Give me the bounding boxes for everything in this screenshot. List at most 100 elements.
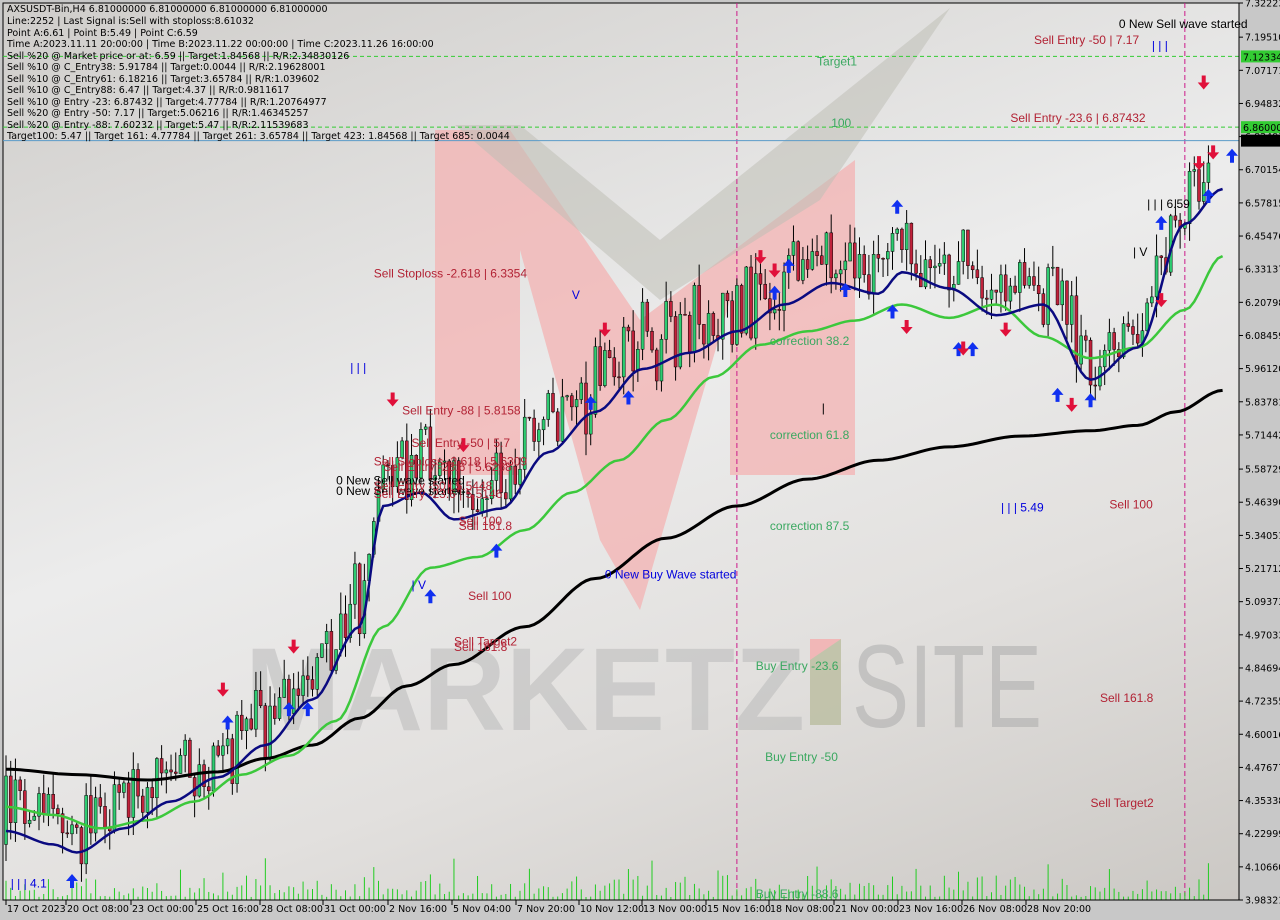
- sell-arrow-icon: [1065, 397, 1078, 412]
- bear-candle: [296, 688, 301, 696]
- bull-candle: [84, 795, 88, 865]
- bear-candle: [876, 254, 881, 259]
- bear-candle: [249, 718, 253, 730]
- y-tick-label: 6.57815: [1245, 198, 1280, 209]
- bear-candle: [1041, 293, 1046, 325]
- bull-candle: [70, 824, 74, 835]
- y-tick-label: 5.96120: [1245, 364, 1280, 375]
- bull-candle: [1027, 276, 1031, 286]
- sell-arrow-icon: [768, 263, 781, 278]
- bull-candle: [178, 755, 183, 774]
- bull-candle: [291, 688, 296, 714]
- x-tick-label: 7 Nov 20:00: [517, 904, 575, 915]
- info-line: Sell %20 @ Market price or at: 6.59 || T…: [7, 50, 350, 62]
- bear-candle: [1131, 326, 1135, 335]
- bull-candle: [131, 769, 136, 818]
- y-tick-label: 4.10660: [1245, 862, 1280, 873]
- buy-arrow-icon: [1226, 148, 1238, 163]
- bear-candle: [725, 292, 730, 302]
- bull-candle: [282, 678, 286, 698]
- chart-annotation: correction 87.5: [770, 519, 850, 533]
- bear-candle: [1112, 332, 1116, 350]
- bear-candle: [1173, 215, 1178, 221]
- bear-candle: [631, 330, 635, 372]
- bull-candle: [1069, 295, 1074, 325]
- bear-candle: [617, 376, 621, 379]
- bear-candle: [1022, 262, 1027, 286]
- chart-annotation: Sell 161.8: [454, 640, 508, 654]
- buy-arrow-icon: [221, 715, 234, 730]
- bull-candle: [574, 399, 579, 408]
- chart-annotation: | | | 5.49: [1001, 500, 1044, 514]
- x-tick-label: 18 Nov 08:00: [770, 904, 834, 915]
- y-tick-label: 6.70154: [1245, 165, 1280, 176]
- chart-annotation: |: [822, 401, 825, 415]
- y-tick-label: 4.47677: [1245, 763, 1280, 774]
- bear-candle: [310, 679, 315, 690]
- chart-annotation: 100: [831, 116, 851, 130]
- bull-candle: [423, 426, 428, 430]
- bear-candle: [117, 784, 121, 793]
- y-tick-label: 4.35338: [1245, 796, 1280, 807]
- y-tick-label: 3.98321: [1245, 896, 1280, 907]
- bear-candle: [103, 806, 107, 828]
- volume-bars: [5, 858, 1209, 900]
- buy-arrow-icon: [1051, 387, 1064, 402]
- y-tick-label: 5.34051: [1245, 531, 1280, 542]
- y-tick-label: 6.20798: [1245, 298, 1280, 309]
- price-tag-label: 6.86000: [1243, 123, 1280, 134]
- info-line: Sell %10 @ C_Entry61: 6.18216 || Target:…: [7, 73, 320, 85]
- bull-candle: [735, 285, 739, 345]
- y-tick-label: 6.33137: [1245, 265, 1280, 276]
- sell-arrow-icon: [900, 319, 913, 334]
- buy-arrow-icon: [768, 285, 781, 300]
- x-tick-label: 26 Nov 08:00: [963, 904, 1027, 915]
- chart-annotation: | | | 4.1: [11, 876, 47, 890]
- bull-candle: [1150, 296, 1154, 304]
- bull-candle: [923, 259, 928, 288]
- bull-candle: [956, 261, 961, 285]
- bull-candle: [565, 395, 569, 398]
- bear-candle: [306, 675, 310, 680]
- bull-candle: [546, 393, 551, 420]
- x-tick-label: 23 Nov 16:00: [899, 904, 963, 915]
- x-tick-label: 31 Oct 00:00: [324, 904, 386, 915]
- chart-annotation: | | |: [1152, 38, 1168, 52]
- bull-candle: [593, 346, 598, 415]
- bull-candle: [744, 266, 749, 334]
- bear-candle: [683, 314, 687, 316]
- bear-candle: [192, 777, 197, 797]
- bear-candle: [607, 350, 612, 358]
- bear-candle: [513, 465, 518, 485]
- bear-candle: [150, 787, 154, 799]
- x-tick-label: 5 Nov 04:00: [453, 904, 511, 915]
- bull-candle: [1121, 323, 1126, 358]
- bear-candle: [853, 242, 857, 279]
- bear-candle: [805, 259, 810, 270]
- x-tick-label: 10 Nov 12:00: [580, 904, 644, 915]
- bear-candle: [673, 316, 678, 368]
- bull-candle: [636, 349, 640, 372]
- bull-candle: [659, 339, 664, 382]
- x-tick-label: 28 Nov 20:00: [1027, 904, 1091, 915]
- bull-candle: [122, 782, 126, 793]
- bear-candle: [98, 797, 103, 807]
- bull-candle: [27, 819, 32, 824]
- bear-candle: [975, 269, 980, 278]
- bear-candle: [1065, 280, 1069, 325]
- buy-arrow-icon: [424, 589, 437, 604]
- bull-candle: [339, 613, 343, 650]
- bull-candle: [1060, 280, 1064, 306]
- bear-candle: [862, 254, 866, 275]
- bear-candle: [697, 285, 701, 325]
- bear-candle: [174, 771, 178, 774]
- bear-candle: [645, 301, 650, 332]
- y-tick-label: 6.08459: [1245, 331, 1280, 342]
- bear-candle: [1135, 334, 1140, 344]
- chart-annotation: Sell Entry -50 | 7.17: [1034, 33, 1139, 47]
- bull-candle: [1201, 182, 1206, 202]
- sell-arrow-icon: [999, 322, 1012, 337]
- chart-annotation: Target1: [817, 54, 857, 68]
- bull-candle: [1046, 267, 1050, 325]
- bull-candle: [989, 289, 994, 300]
